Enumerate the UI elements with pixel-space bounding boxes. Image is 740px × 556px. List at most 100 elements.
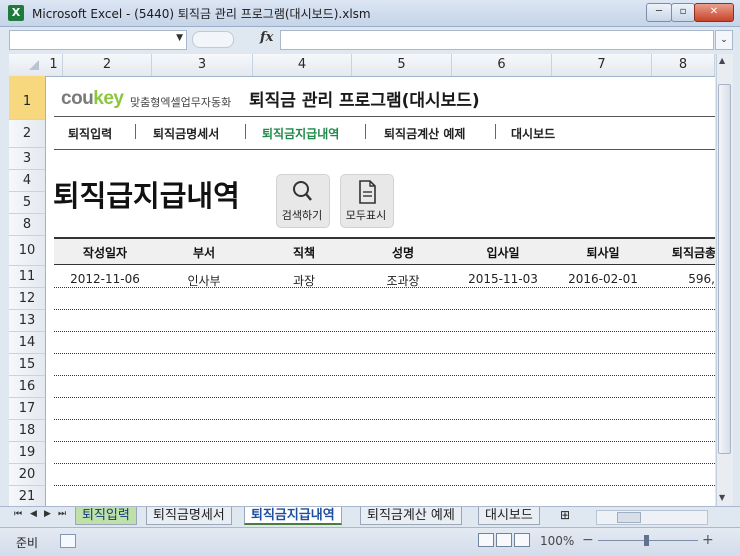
table-row-line: [54, 397, 715, 398]
expand-formula-button[interactable]: ⌄: [715, 30, 733, 50]
sheet-nav-icon[interactable]: ⏭: [58, 509, 66, 519]
row-header[interactable]: 10: [9, 236, 45, 266]
nav-separator: [365, 124, 366, 139]
sheet-tab[interactable]: 퇴직금지급내역: [244, 507, 342, 525]
horizontal-scroll-thumb[interactable]: [617, 512, 641, 523]
table-row-line: [54, 419, 715, 420]
row-header[interactable]: 14: [9, 332, 45, 354]
status-bar: 준비 100% − +: [0, 527, 740, 556]
formula-input[interactable]: [280, 30, 714, 50]
corner-triangle-icon: [29, 60, 39, 70]
page-title: 퇴직급지급내역: [53, 179, 240, 213]
nav-item[interactable]: 퇴직입력: [68, 125, 112, 142]
table-cell[interactable]: 596,: [644, 272, 715, 286]
row-header[interactable]: 16: [9, 376, 45, 398]
name-box[interactable]: ▼: [9, 30, 187, 50]
column-header[interactable]: 8: [652, 54, 715, 76]
show-all-button-label[interactable]: 모두표시: [336, 207, 396, 223]
zoom-level[interactable]: 100%: [540, 534, 574, 548]
row-header[interactable]: 12: [9, 288, 45, 310]
row-header[interactable]: 18: [9, 420, 45, 442]
vertical-scrollbar[interactable]: ▲ ▼: [716, 54, 733, 506]
table-row-line: [54, 287, 715, 288]
divider: [54, 116, 715, 117]
formula-buttons: fx: [192, 30, 276, 48]
sheet-tab[interactable]: 퇴직금계산 예제: [360, 507, 462, 525]
column-header[interactable]: 1: [45, 54, 63, 76]
macro-record-icon[interactable]: [60, 534, 76, 548]
window-title: Microsoft Excel - (5440) 퇴직금 관리 프로그램(대시보…: [32, 7, 371, 21]
row-header[interactable]: 17: [9, 398, 45, 420]
nav-item[interactable]: 퇴직금지급내역: [262, 125, 339, 142]
table-header-cell: 퇴직금총: [671, 246, 715, 260]
column-header[interactable]: 3: [152, 54, 253, 76]
row-header[interactable]: 15: [9, 354, 45, 376]
formula-bar: ▼ fx ⌄: [0, 27, 740, 52]
program-title: 퇴직금 관리 프로그램(대시보드): [249, 91, 480, 111]
search-button-label[interactable]: 검색하기: [272, 207, 332, 223]
row-header[interactable]: 21: [9, 486, 45, 506]
nav-item[interactable]: 퇴직금계산 예제: [384, 125, 465, 142]
sheet-nav-icon[interactable]: ◀: [30, 509, 37, 519]
sheet-tab[interactable]: 퇴직입력: [75, 507, 137, 525]
insert-function-icon[interactable]: fx: [260, 30, 273, 45]
row-header[interactable]: 1: [9, 76, 45, 120]
column-header[interactable]: 6: [452, 54, 552, 76]
close-button[interactable]: ✕: [694, 3, 734, 22]
nav-separator: [135, 124, 136, 139]
table-header-cell: 성명: [391, 246, 415, 260]
row-header[interactable]: 20: [9, 464, 45, 486]
column-header[interactable]: 4: [253, 54, 352, 76]
nav-item[interactable]: 대시보드: [511, 125, 555, 142]
table-cell[interactable]: 2016-02-01: [553, 272, 653, 286]
table-header: 작성일자 부서 직책 성명 입사일 퇴사일 퇴직금총: [54, 237, 715, 265]
nav-item[interactable]: 퇴직금명세서: [153, 125, 219, 142]
row-headers: 1 2 3 4 5 8 10 11 12 13 14 15 16 17 18 19 20 21: [9, 76, 46, 506]
restore-button[interactable]: ▫: [671, 3, 695, 22]
chevron-down-icon[interactable]: ▼: [176, 33, 183, 43]
horizontal-scrollbar[interactable]: [596, 510, 708, 525]
row-header[interactable]: 19: [9, 442, 45, 464]
sheet-tab[interactable]: 퇴직금명세서: [146, 507, 232, 525]
column-headers: 12345678: [9, 54, 715, 77]
table-cell[interactable]: 2015-11-03: [453, 272, 553, 286]
vertical-scroll-thumb[interactable]: [718, 84, 731, 454]
scroll-down-icon[interactable]: ▼: [719, 493, 725, 502]
page-layout-view-icon[interactable]: [496, 533, 512, 547]
nav-separator: [495, 124, 496, 139]
scroll-up-icon[interactable]: ▲: [719, 56, 725, 65]
column-header[interactable]: 2: [63, 54, 152, 76]
zoom-out-icon[interactable]: −: [582, 532, 594, 548]
row-header[interactable]: 4: [9, 170, 45, 192]
row-header[interactable]: 13: [9, 310, 45, 332]
select-all-corner[interactable]: [9, 54, 45, 76]
divider: [54, 149, 715, 150]
table-header-cell: 작성일자: [82, 246, 128, 260]
column-header[interactable]: 5: [352, 54, 452, 76]
nav-separator: [245, 124, 246, 139]
sheet-tab[interactable]: 대시보드: [478, 507, 540, 525]
sheet-nav-icon[interactable]: ⏮: [14, 509, 22, 519]
row-header[interactable]: 11: [9, 266, 45, 288]
document-icon: [359, 180, 376, 204]
zoom-in-icon[interactable]: +: [702, 532, 714, 548]
table-row-line: [54, 463, 715, 464]
sheet-tab-bar: ⊞ ⏮ ◀ ▶ ⏭ 퇴직입력 퇴직금명세서 퇴직금지급내역 퇴직금계산 예제 대시보드: [0, 506, 740, 527]
row-header[interactable]: 2: [9, 120, 45, 148]
worksheet-grid[interactable]: 12345678 1 2 3 4 5 8 10 11 12 13 14 15 16 17 18 19 20 21 …: [9, 54, 715, 506]
insert-sheet-icon[interactable]: ⊞: [560, 508, 570, 522]
normal-view-icon[interactable]: [478, 533, 494, 547]
page-break-view-icon[interactable]: [514, 533, 530, 547]
sheet-nav-icon[interactable]: ▶: [44, 509, 51, 519]
zoom-slider-handle[interactable]: [644, 535, 649, 546]
row-header[interactable]: 5: [9, 192, 45, 214]
minimize-button[interactable]: ─: [646, 3, 672, 22]
table-cell[interactable]: 2012-11-06: [55, 272, 155, 286]
row-header[interactable]: 3: [9, 148, 45, 170]
column-header[interactable]: 7: [552, 54, 652, 76]
title-bar: X Microsoft Excel - (5440) 퇴직금 관리 프로그램(대…: [0, 0, 740, 27]
table-row-line: [54, 375, 715, 376]
formula-cancel-enter: [192, 31, 234, 48]
table-row-line: [54, 485, 715, 486]
row-header[interactable]: 8: [9, 214, 45, 236]
